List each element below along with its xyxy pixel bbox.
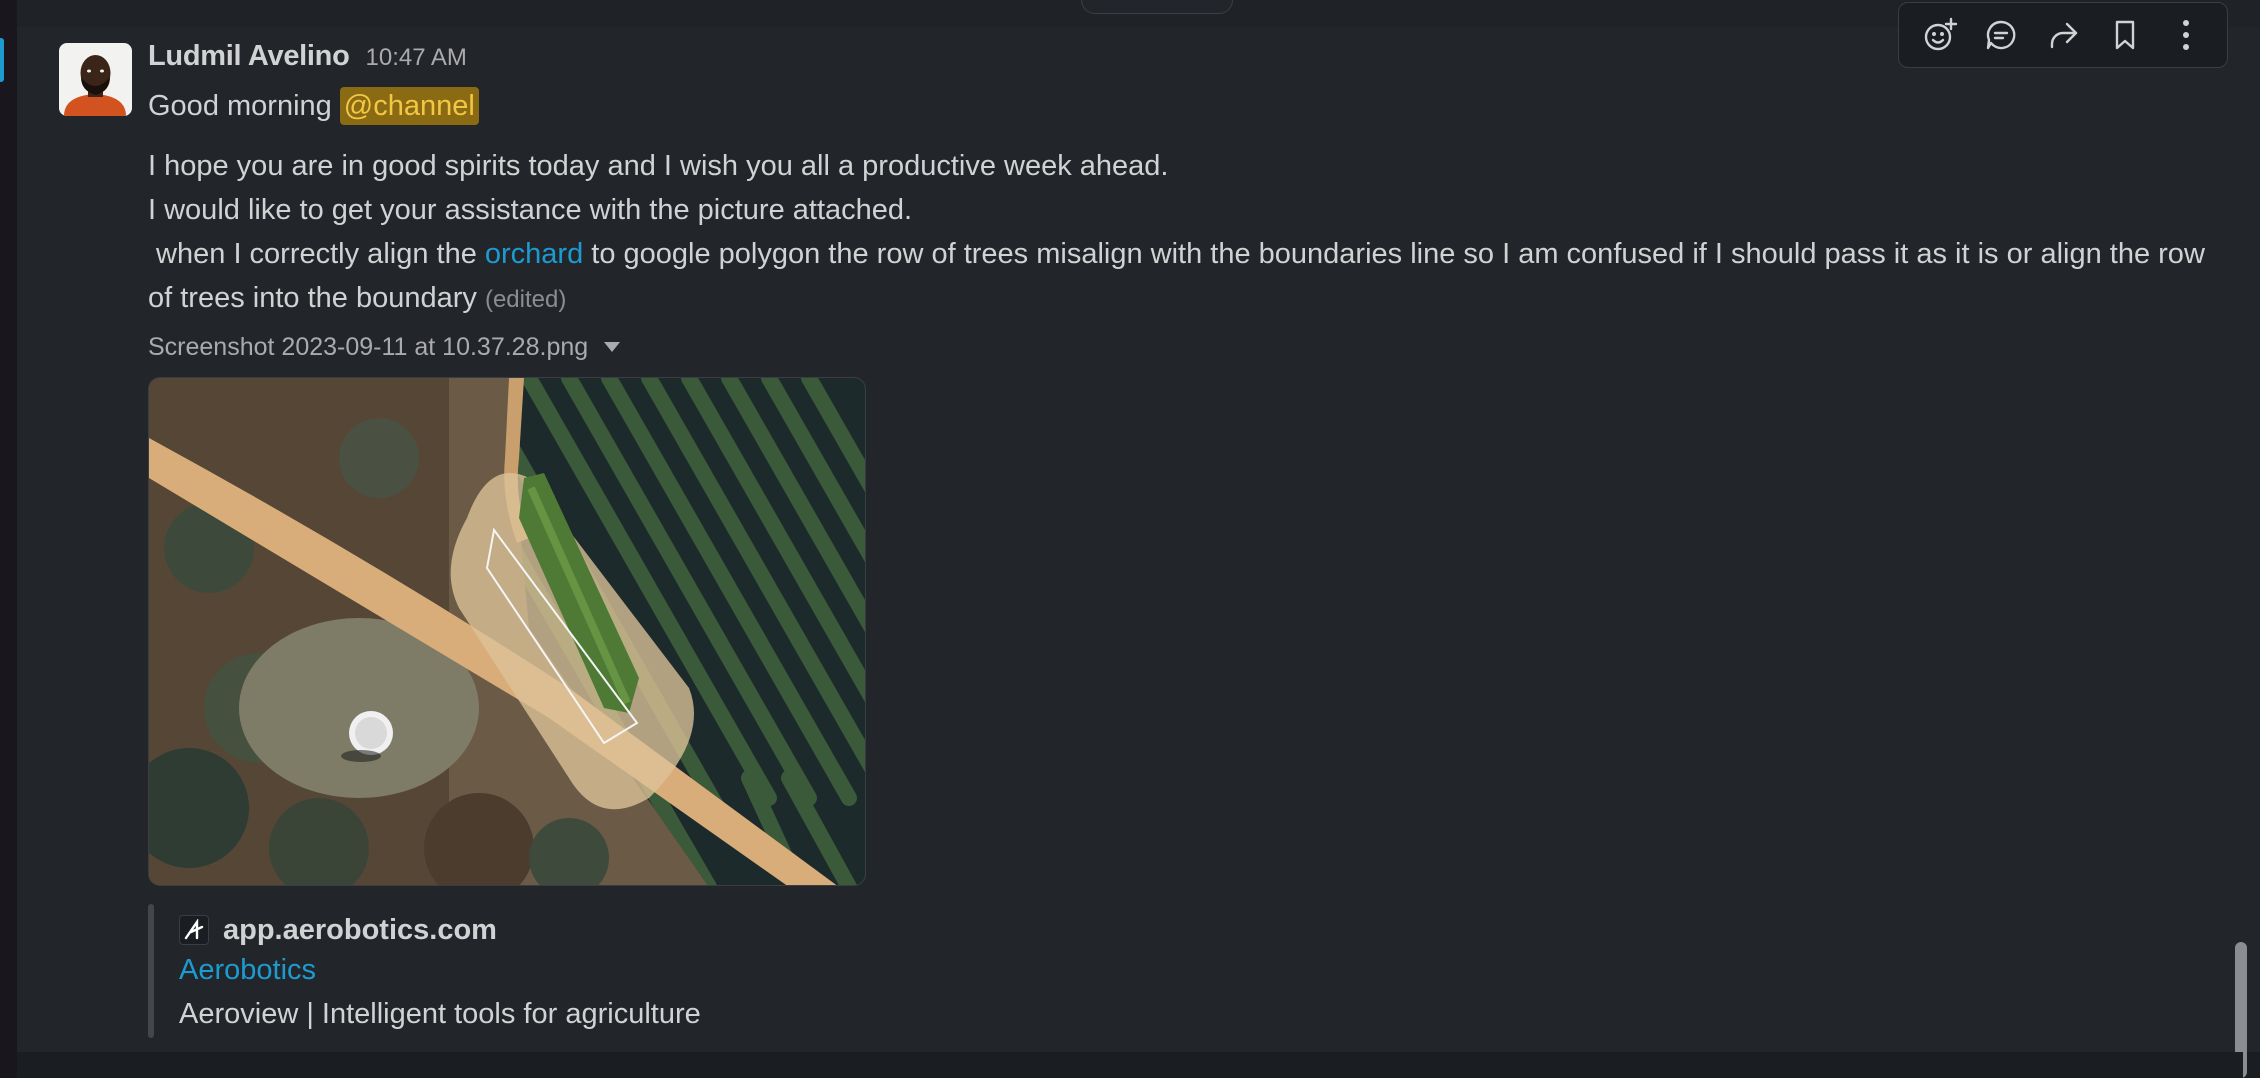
unfurl-accent-bar bbox=[148, 904, 154, 1038]
reply-in-thread-icon bbox=[1987, 20, 2016, 50]
line3-start: when I correctly align the bbox=[148, 238, 485, 270]
unfurl-site-name[interactable]: app.aerobotics.com bbox=[223, 914, 497, 947]
avatar[interactable] bbox=[59, 43, 132, 116]
message-body: Good morning @channel I hope you are in … bbox=[148, 84, 2228, 322]
message-timestamp[interactable]: 10:47 AM bbox=[366, 44, 467, 72]
jump-pill[interactable] bbox=[1081, 0, 1233, 14]
left-rail bbox=[0, 0, 17, 1078]
message-paragraph: I hope you are in good spirits today and… bbox=[148, 144, 2228, 322]
orchard-link[interactable]: orchard bbox=[485, 238, 583, 270]
more-actions-icon bbox=[2183, 20, 2190, 50]
add-reaction-button[interactable] bbox=[1914, 9, 1966, 61]
unfurl-site-row: app.aerobotics.com bbox=[179, 910, 497, 950]
message-header: Ludmil Avelino 10:47 AM bbox=[148, 40, 467, 80]
message-actions-toolbar bbox=[1898, 2, 2228, 68]
greeting-line: Good morning @channel bbox=[148, 84, 2228, 128]
bookmark-icon bbox=[2115, 20, 2134, 50]
attachment-filename[interactable]: Screenshot 2023-09-11 at 10.37.28.png bbox=[148, 333, 588, 362]
save-for-later-button[interactable] bbox=[2099, 9, 2151, 61]
channel-mention[interactable]: @channel bbox=[339, 87, 479, 125]
active-indicator bbox=[0, 38, 4, 82]
reply-in-thread-button[interactable] bbox=[1975, 9, 2027, 61]
link-preview: app.aerobotics.com Aerobotics Aeroview |… bbox=[148, 904, 948, 1038]
scrollbar-track[interactable] bbox=[2228, 27, 2260, 1052]
add-reaction-icon bbox=[1924, 17, 1957, 51]
message-line-3: when I correctly align the orchard to go… bbox=[148, 232, 2228, 322]
message-line-1: I hope you are in good spirits today and… bbox=[148, 150, 1169, 182]
greeting-text: Good morning bbox=[148, 90, 332, 122]
chevron-down-icon[interactable] bbox=[604, 342, 621, 352]
unfurl-title-link[interactable]: Aerobotics bbox=[179, 954, 316, 987]
share-icon bbox=[2050, 22, 2078, 49]
slack-window: Ludmil Avelino 10:47 AM Good morning @ch… bbox=[0, 0, 2260, 1078]
unfurl-description: Aeroview | Intelligent tools for agricul… bbox=[179, 998, 701, 1030]
attachment-filename-row: Screenshot 2023-09-11 at 10.37.28.png bbox=[148, 329, 621, 365]
aerial-orchard-image bbox=[149, 378, 865, 885]
bottom-strip bbox=[17, 1052, 2243, 1078]
aerobotics-logo-icon bbox=[179, 915, 209, 945]
share-message-button[interactable] bbox=[2037, 9, 2089, 61]
author-name[interactable]: Ludmil Avelino bbox=[148, 40, 350, 73]
image-attachment[interactable] bbox=[148, 377, 866, 886]
more-actions-button[interactable] bbox=[2160, 9, 2212, 61]
message-line-2: I would like to get your assistance with… bbox=[148, 194, 913, 226]
edited-label: (edited) bbox=[484, 286, 567, 313]
